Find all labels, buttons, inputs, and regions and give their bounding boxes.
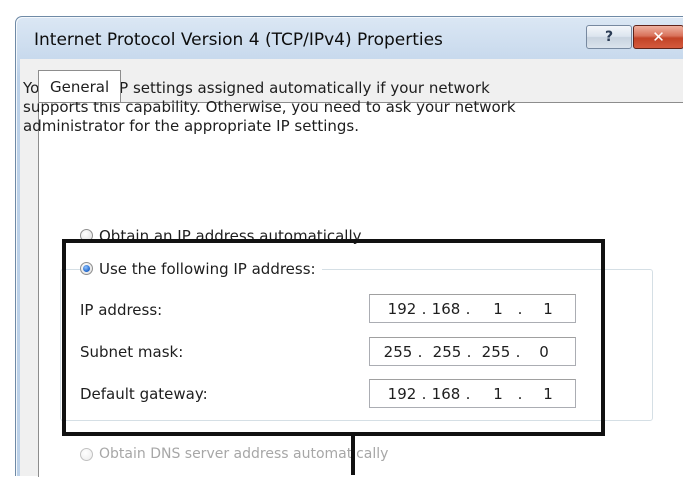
default-gateway-label: Default gateway: bbox=[80, 385, 208, 403]
octet-separator: . bbox=[515, 343, 521, 361]
radio-button-icon bbox=[80, 447, 93, 461]
default-gateway-input[interactable]: 192 . 168 . 1 . 1 bbox=[369, 379, 576, 408]
subnet-mask-label: Subnet mask: bbox=[80, 343, 184, 361]
octet-3: 255 bbox=[481, 343, 511, 361]
ip-address-label: IP address: bbox=[80, 301, 163, 319]
octet-separator: . bbox=[465, 300, 471, 318]
octet-separator: . bbox=[466, 343, 472, 361]
obtain-dns-auto-label: Obtain DNS server address automatically bbox=[99, 446, 389, 462]
octet-2: 168 bbox=[431, 385, 461, 403]
octet-separator: . bbox=[421, 385, 427, 403]
subnet-mask-input[interactable]: 255 . 255 . 255 . 0 bbox=[369, 337, 576, 366]
octet-4: 1 bbox=[543, 300, 553, 318]
use-following-ip-radio[interactable]: Use the following IP address: bbox=[80, 259, 322, 278]
octet-4: 1 bbox=[543, 385, 553, 403]
octet-1: 255 bbox=[383, 343, 413, 361]
callout-pointer-line bbox=[351, 436, 355, 475]
octet-3: 1 bbox=[493, 385, 503, 403]
help-button[interactable]: ? bbox=[586, 25, 632, 49]
octet-1: 192 bbox=[387, 300, 417, 318]
obtain-ip-auto-label: Obtain an IP address automatically bbox=[99, 226, 362, 245]
radio-selected-icon bbox=[80, 262, 93, 275]
tab-general[interactable]: General bbox=[38, 70, 121, 102]
octet-separator: . bbox=[465, 385, 471, 403]
obtain-ip-auto-radio[interactable]: Obtain an IP address automatically bbox=[80, 226, 362, 245]
octet-separator: . bbox=[421, 300, 427, 318]
obtain-dns-auto-radio[interactable]: Obtain DNS server address automatically bbox=[80, 446, 388, 462]
octet-2: 168 bbox=[431, 300, 461, 318]
help-icon: ? bbox=[604, 29, 614, 45]
window-title: Internet Protocol Version 4 (TCP/IPv4) P… bbox=[34, 30, 443, 50]
octet-1: 192 bbox=[387, 385, 417, 403]
ip-address-input[interactable]: 192 . 168 . 1 . 1 bbox=[369, 294, 576, 323]
octet-4: 0 bbox=[539, 343, 549, 361]
octet-separator: . bbox=[517, 300, 523, 318]
octet-separator: . bbox=[417, 343, 423, 361]
close-icon: ✕ bbox=[652, 28, 665, 46]
octet-separator: . bbox=[517, 385, 523, 403]
octet-2: 255 bbox=[432, 343, 462, 361]
octet-3: 1 bbox=[493, 300, 503, 318]
radio-button-icon bbox=[80, 229, 93, 242]
close-button[interactable]: ✕ bbox=[633, 25, 683, 49]
use-following-ip-label: Use the following IP address: bbox=[99, 259, 316, 278]
